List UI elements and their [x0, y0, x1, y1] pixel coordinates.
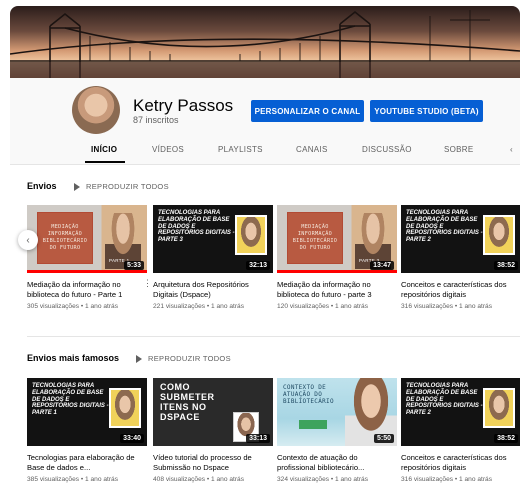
video-meta: 120 visualizações • 1 ano atrás [277, 303, 369, 310]
active-tab-indicator [85, 161, 125, 163]
video-card[interactable]: COMO SUBMETER ITENS NO DSPACE 33:13 Víde… [153, 378, 273, 483]
video-card[interactable]: MEDIAÇÃO INFORMAÇÃO BIBLIOTECÁRIO DO FUT… [277, 205, 397, 310]
video-title[interactable]: Vídeo tutorial do processo de Submissão … [153, 453, 273, 472]
video-card[interactable]: MEDIAÇÃO INFORMAÇÃO BIBLIOTECÁRIO DO FUT… [27, 205, 147, 310]
play-all-button[interactable]: REPRODUZIR TODOS [136, 354, 231, 363]
tabs-scroll-icon[interactable]: ‹ [510, 145, 513, 154]
thumbnail-text: TECNOLOGIAS PARA ELABORAÇÃO DE BASE DE D… [32, 383, 109, 417]
video-card[interactable]: TECNOLOGIAS PARA ELABORAÇÃO DE BASE DE D… [27, 378, 147, 483]
thumbnail-text: TECNOLOGIAS PARA ELABORAÇÃO DE BASE DE D… [406, 210, 483, 244]
video-meta: 305 visualizações • 1 ano atrás [27, 303, 119, 310]
thumbnail-text: COMO SUBMETER ITENS NO DSPACE [160, 382, 215, 422]
thumbnail-graphic [299, 420, 327, 429]
tab-sobre[interactable]: SOBRE [444, 145, 474, 154]
video-duration: 33:13 [246, 434, 270, 443]
thumbnail-person [483, 215, 515, 255]
tab-canais[interactable]: CANAIS [296, 145, 328, 154]
play-all-label: REPRODUZIR TODOS [86, 182, 169, 191]
video-title[interactable]: Tecnologias para elaboração de Base de d… [27, 453, 147, 472]
video-thumbnail[interactable]: TECNOLOGIAS PARA ELABORAÇÃO DE BASE DE D… [153, 205, 273, 273]
video-card[interactable]: TECNOLOGIAS PARA ELABORAÇÃO DE BASE DE D… [401, 205, 520, 310]
thumbnail-text: TECNOLOGIAS PARA ELABORAÇÃO DE BASE DE D… [406, 383, 483, 417]
play-all-label: REPRODUZIR TODOS [148, 354, 231, 363]
watch-progress-bar [27, 270, 147, 273]
video-title[interactable]: Conceitos e características dos repositó… [401, 453, 520, 472]
play-all-button[interactable]: REPRODUZIR TODOS [74, 182, 169, 191]
watch-progress-bar [277, 270, 397, 273]
video-meta: 316 visualizações • 1 ano atrás [401, 303, 493, 310]
video-duration: 5:50 [373, 434, 394, 443]
tab-videos[interactable]: VÍDEOS [152, 145, 184, 154]
customize-channel-button[interactable]: PERSONALIZAR O CANAL [251, 100, 364, 122]
video-title[interactable]: Contexto de atuação do profissional bibl… [277, 453, 397, 472]
tab-playlists[interactable]: PLAYLISTS [218, 145, 263, 154]
channel-tabs: INÍCIO VÍDEOS PLAYLISTS CANAIS DISCUSSÃO… [10, 140, 520, 164]
thumbnail-text: CONTEXTO DE ATUAÇÃO DO BIBLIOTECÁRIO [283, 384, 334, 405]
more-options-icon[interactable]: ⋮ [143, 279, 152, 288]
thumbnail-person [483, 388, 515, 428]
video-thumbnail[interactable]: COMO SUBMETER ITENS NO DSPACE 33:13 [153, 378, 273, 446]
video-card[interactable]: TECNOLOGIAS PARA ELABORAÇÃO DE BASE DE D… [153, 205, 273, 310]
thumbnail-title-frame: MEDIAÇÃO INFORMAÇÃO BIBLIOTECÁRIO DO FUT… [287, 212, 343, 264]
thumbnail-person [109, 388, 141, 428]
video-duration: 5:33 [123, 261, 144, 270]
tab-discussao[interactable]: DISCUSSÃO [362, 145, 412, 154]
thumbnail-person [235, 215, 267, 255]
video-card[interactable]: CONTEXTO DE ATUAÇÃO DO BIBLIOTECÁRIO 5:5… [277, 378, 397, 483]
tabs-divider [10, 164, 520, 165]
video-thumbnail[interactable]: TECNOLOGIAS PARA ELABORAÇÃO DE BASE DE D… [27, 378, 147, 446]
chevron-left-icon: ‹ [26, 234, 30, 246]
channel-avatar[interactable] [72, 86, 120, 134]
channel-name: Ketry Passos [133, 96, 234, 115]
shelf-previous-button[interactable]: ‹ [18, 230, 38, 250]
video-thumbnail[interactable]: MEDIAÇÃO INFORMAÇÃO BIBLIOTECÁRIO DO FUT… [277, 205, 397, 273]
subscriber-count: 87 inscritos [133, 115, 179, 125]
shelf-divider [27, 336, 520, 337]
video-thumbnail[interactable]: TECNOLOGIAS PARA ELABORAÇÃO DE BASE DE D… [401, 378, 520, 446]
thumbnail-text: MEDIAÇÃO INFORMAÇÃO BIBLIOTECÁRIO DO FUT… [292, 224, 338, 251]
play-icon [74, 182, 80, 191]
video-duration: 38:52 [494, 261, 518, 270]
video-thumbnail[interactable]: TECNOLOGIAS PARA ELABORAÇÃO DE BASE DE D… [401, 205, 520, 273]
video-meta: 316 visualizações • 1 ano atrás [401, 476, 493, 483]
video-title[interactable]: Conceitos e características dos repositó… [401, 280, 520, 299]
thumbnail-text: TECNOLOGIAS PARA ELABORAÇÃO DE BASE DE D… [158, 210, 235, 244]
video-title[interactable]: Mediação da informação no biblioteca do … [27, 280, 147, 299]
play-icon [136, 354, 142, 363]
channel-banner [10, 6, 520, 78]
youtube-studio-button[interactable]: YOUTUBE STUDIO (BETA) [370, 100, 483, 122]
video-thumbnail[interactable]: MEDIAÇÃO INFORMAÇÃO BIBLIOTECÁRIO DO FUT… [27, 205, 147, 273]
video-duration: 32:13 [246, 261, 270, 270]
tab-inicio[interactable]: INÍCIO [91, 145, 117, 154]
video-duration: 13:47 [370, 261, 394, 270]
video-meta: 221 visualizações • 1 ano atrás [153, 303, 245, 310]
thumbnail-title-frame: MEDIAÇÃO INFORMAÇÃO BIBLIOTECÁRIO DO FUT… [37, 212, 93, 264]
video-title[interactable]: Mediação da informação no biblioteca do … [277, 280, 397, 299]
shelf-title-envios: Envios [27, 181, 57, 191]
video-meta: 408 visualizações • 1 ano atrás [153, 476, 245, 483]
video-title[interactable]: Arquitetura dos Repositórios Digitais (D… [153, 280, 273, 299]
thumbnail-text: MEDIAÇÃO INFORMAÇÃO BIBLIOTECÁRIO DO FUT… [42, 224, 88, 251]
shelf-title-envios-mais-famosos: Envios mais famosos [27, 353, 120, 363]
video-meta: 324 visualizações • 1 ano atrás [277, 476, 369, 483]
video-duration: 38:52 [494, 434, 518, 443]
video-meta: 385 visualizações • 1 ano atrás [27, 476, 119, 483]
video-duration: 33:40 [120, 434, 144, 443]
video-card[interactable]: TECNOLOGIAS PARA ELABORAÇÃO DE BASE DE D… [401, 378, 520, 483]
video-thumbnail[interactable]: CONTEXTO DE ATUAÇÃO DO BIBLIOTECÁRIO 5:5… [277, 378, 397, 446]
